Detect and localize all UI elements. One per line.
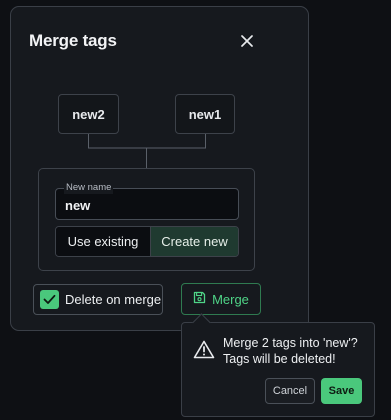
merge-button[interactable]: Merge — [181, 283, 261, 315]
confirm-message-line2: Tags will be deleted! — [223, 352, 336, 366]
floppy-disk-icon — [193, 291, 212, 307]
cancel-button[interactable]: Cancel — [265, 378, 315, 404]
delete-on-merge-checkbox[interactable]: Delete on merge — [33, 284, 163, 315]
confirm-message-line1: Merge 2 tags into 'new'? — [223, 336, 358, 350]
confirm-message: Merge 2 tags into 'new'? Tags will be de… — [223, 335, 373, 367]
warning-triangle-icon — [193, 340, 215, 364]
checkmark-icon[interactable] — [40, 290, 59, 309]
new-name-field[interactable]: New name — [55, 181, 239, 220]
new-tag-form: New name Use existing Create new — [38, 168, 255, 271]
new-name-label: New name — [64, 181, 114, 194]
merge-tags-dialog: Merge tags new2 new1 New name Use existi… — [10, 6, 309, 331]
confirm-popover: Merge 2 tags into 'new'? Tags will be de… — [181, 313, 375, 417]
merge-label: Merge — [212, 291, 249, 307]
create-new-button[interactable]: Create new — [151, 227, 238, 256]
save-button[interactable]: Save — [321, 378, 362, 404]
delete-on-merge-label: Delete on merge — [65, 292, 162, 307]
mode-toggle: Use existing Create new — [55, 226, 239, 257]
use-existing-button[interactable]: Use existing — [56, 227, 151, 256]
